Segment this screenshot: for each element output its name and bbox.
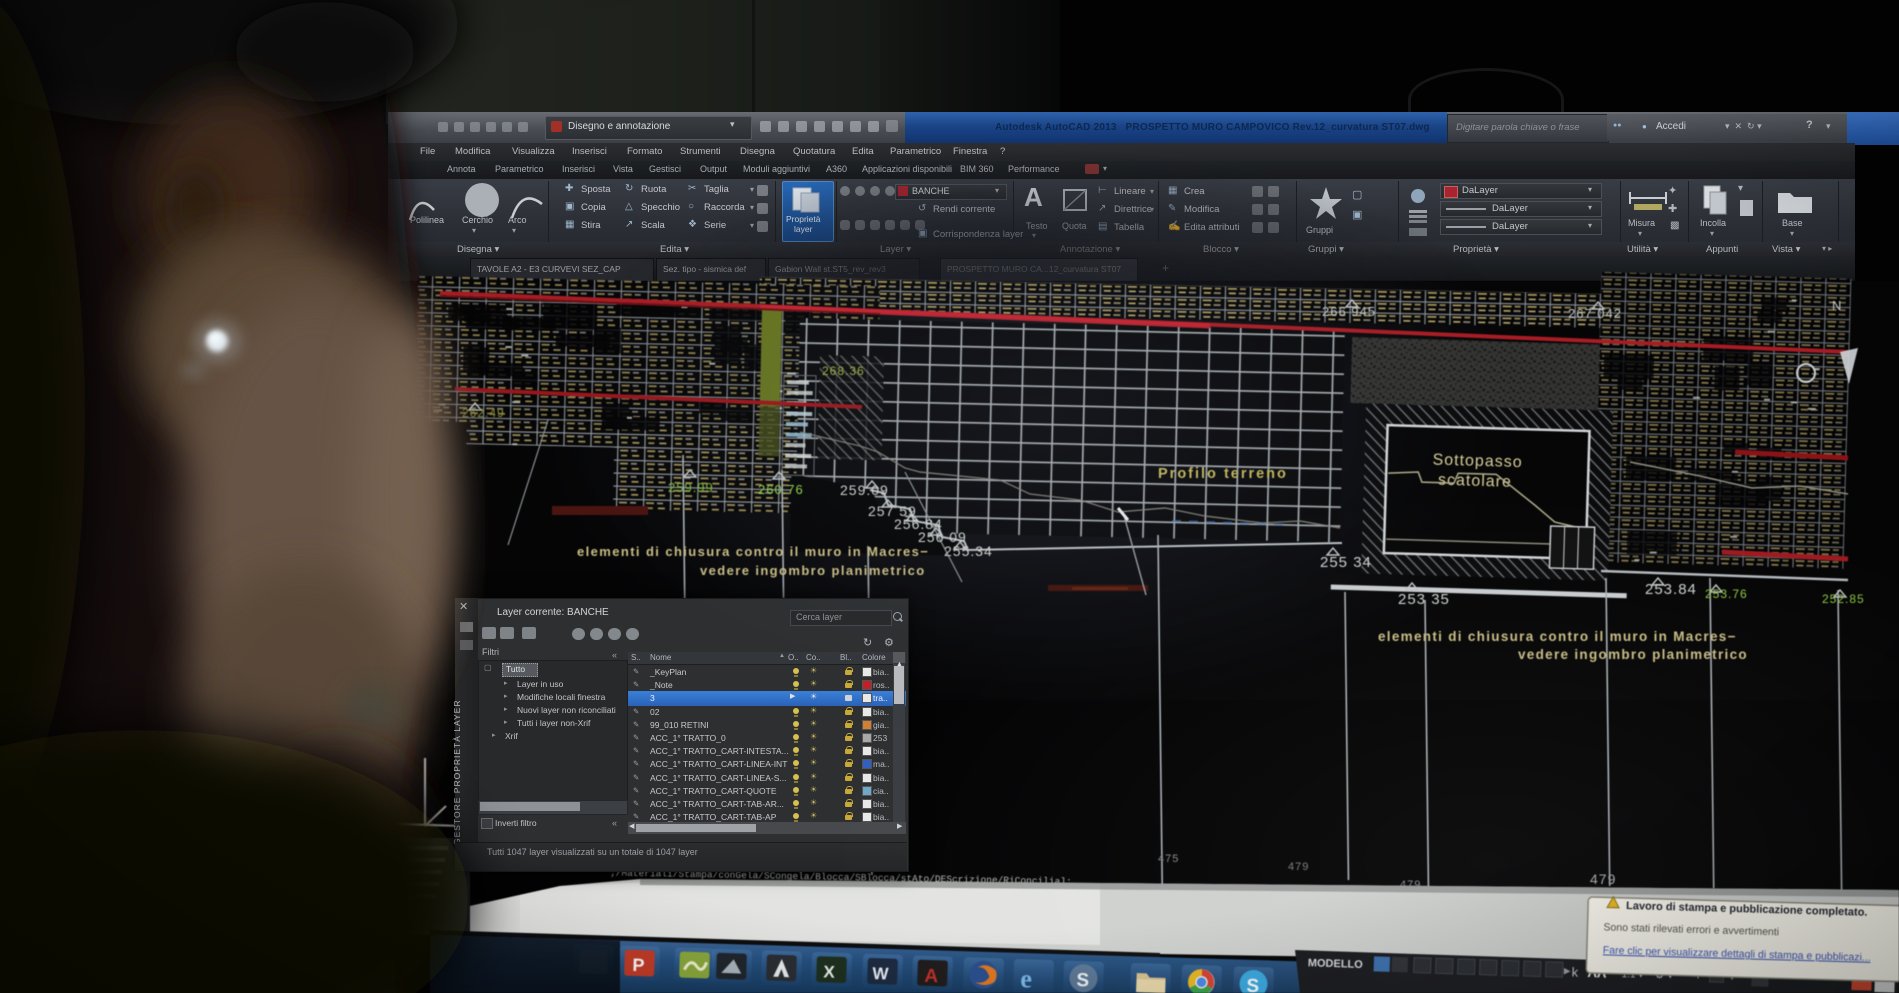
svg-text:A: A bbox=[924, 966, 939, 987]
svg-text:elementi di chiusura contro il: elementi di chiusura contro il muro in M… bbox=[577, 544, 929, 559]
svg-text:X: X bbox=[823, 962, 836, 981]
svg-text:k: k bbox=[1571, 965, 1578, 980]
svg-text:266 945: 266 945 bbox=[1322, 304, 1376, 319]
svg-text:479: 479 bbox=[1288, 861, 1309, 873]
svg-text:267 042: 267 042 bbox=[1568, 306, 1622, 321]
svg-text:255.34: 255.34 bbox=[944, 543, 993, 559]
svg-text:253.76: 253.76 bbox=[1705, 587, 1748, 601]
svg-text:W: W bbox=[872, 964, 890, 984]
svg-text:Profilo terreno: Profilo terreno bbox=[1158, 466, 1288, 482]
svg-text:MODELLO: MODELLO bbox=[1308, 957, 1364, 971]
svg-text:253 35: 253 35 bbox=[1398, 591, 1450, 608]
svg-text:e: e bbox=[1020, 964, 1033, 993]
svg-text:vedere ingombro planimetrico: vedere ingombro planimetrico bbox=[1518, 647, 1748, 662]
svg-text:259.99: 259.99 bbox=[668, 480, 714, 495]
svg-text:260.76: 260.76 bbox=[758, 482, 804, 497]
svg-text:P: P bbox=[632, 955, 645, 975]
svg-text:252.85: 252.85 bbox=[1822, 592, 1865, 606]
svg-text:elementi di chiusura contro il: elementi di chiusura contro il muro in M… bbox=[1378, 629, 1737, 644]
svg-text:N: N bbox=[1832, 298, 1841, 313]
svg-text:479: 479 bbox=[1590, 871, 1616, 887]
svg-text:259.09: 259.09 bbox=[840, 482, 889, 498]
svg-text:Sottopasso: Sottopasso bbox=[1432, 451, 1523, 471]
svg-text:255 34: 255 34 bbox=[1320, 554, 1372, 571]
svg-text:scatolare: scatolare bbox=[1438, 472, 1512, 491]
svg-text:253.84: 253.84 bbox=[1645, 581, 1697, 598]
svg-text:268.36: 268.36 bbox=[822, 364, 865, 378]
svg-text:vedere ingombro planimetrico: vedere ingombro planimetrico bbox=[700, 563, 926, 578]
svg-text:S: S bbox=[1076, 970, 1089, 991]
svg-text:475: 475 bbox=[1158, 853, 1179, 865]
svg-text:S: S bbox=[1246, 976, 1259, 993]
